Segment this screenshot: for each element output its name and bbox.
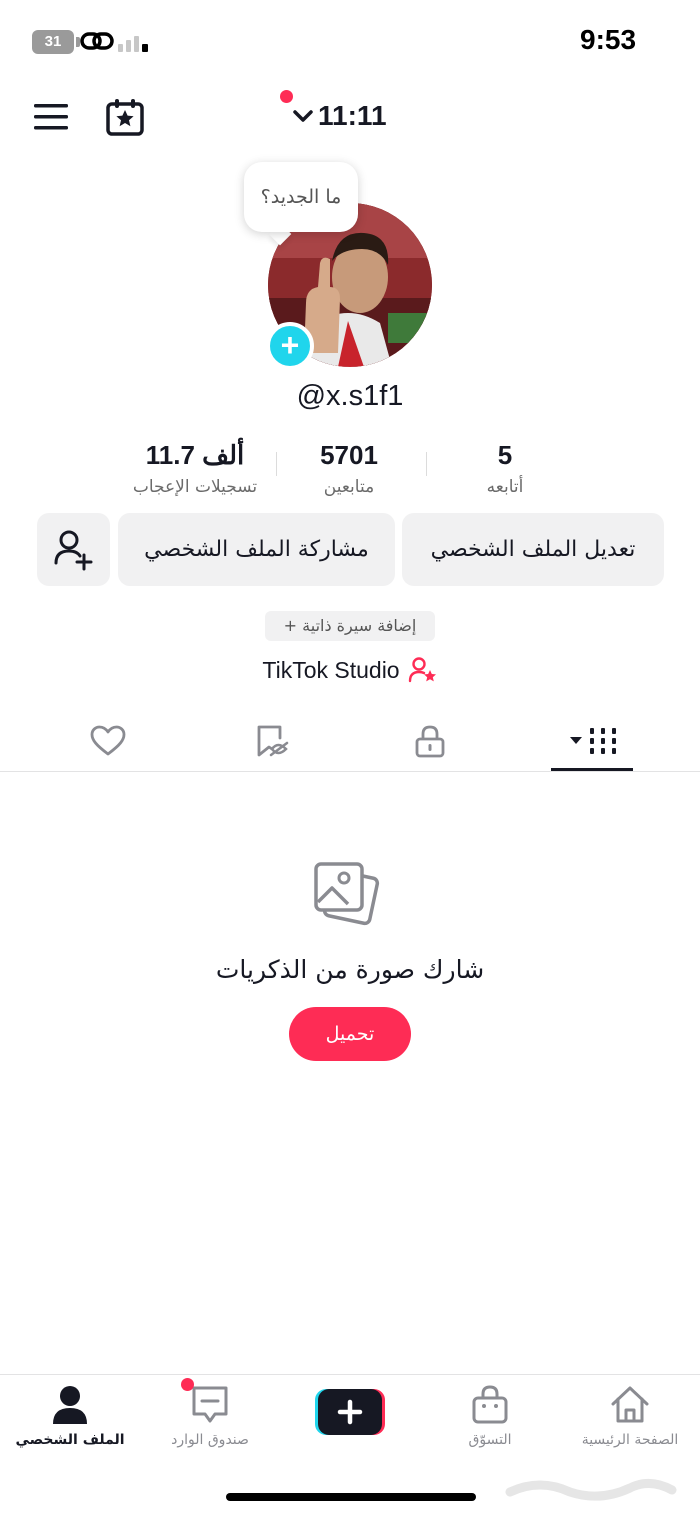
inbox-notification-dot	[181, 1378, 194, 1391]
home-icon	[611, 1386, 649, 1423]
person-icon	[53, 1386, 87, 1424]
nav-profile-label: الملف الشخصي	[15, 1432, 125, 1448]
add-bio-button[interactable]: + إضافة سيرة ذاتية	[265, 611, 435, 641]
link-icon	[80, 32, 114, 50]
following-stat[interactable]: 5 أتابعه	[415, 440, 595, 497]
photos-icon	[314, 862, 380, 926]
battery-indicator: 31	[32, 30, 80, 54]
tab-favorites[interactable]	[242, 715, 302, 767]
followers-label: متابعين	[323, 477, 375, 497]
status-time: 9:53	[580, 24, 637, 55]
nav-shop[interactable]: التسوّق	[420, 1384, 560, 1448]
nav-divider	[0, 1374, 700, 1375]
nav-inbox[interactable]: صندوق الوارد	[140, 1384, 280, 1448]
nav-home-label: الصفحة الرئيسية	[581, 1432, 679, 1448]
tab-divider	[0, 771, 700, 772]
tiktok-studio-link[interactable]: TikTok Studio	[0, 656, 700, 684]
chevron-down-icon	[293, 110, 313, 122]
followers-stat[interactable]: 5701 متابعين	[259, 440, 439, 497]
share-profile-button[interactable]: مشاركة الملف الشخصي	[118, 513, 395, 586]
empty-state-text: شارك صورة من الذكريات	[215, 955, 485, 984]
upload-button[interactable]: تحميل	[289, 1007, 411, 1061]
calendar-star-icon[interactable]	[106, 98, 144, 136]
edit-profile-button[interactable]: تعديل الملف الشخصي	[402, 513, 664, 586]
account-name: 11:11	[318, 100, 387, 131]
likes-label: تسجيلات الإعجاب	[132, 477, 258, 497]
add-avatar-button[interactable]: +	[266, 322, 314, 370]
bookmark-eye-icon	[257, 725, 289, 757]
add-person-icon	[54, 530, 93, 571]
nav-profile[interactable]: الملف الشخصي	[0, 1384, 140, 1448]
home-indicator	[226, 1493, 476, 1501]
heart-icon	[90, 725, 126, 756]
watermark-logo	[505, 1479, 677, 1501]
following-label: أتابعه	[486, 477, 524, 497]
likes-stat[interactable]: 11.7 ألف تسجيلات الإعجاب	[105, 440, 285, 497]
nav-home[interactable]: الصفحة الرئيسية	[560, 1384, 700, 1448]
following-count: 5	[497, 440, 513, 470]
menu-icon[interactable]	[34, 102, 68, 132]
nav-inbox-label: صندوق الوارد	[171, 1432, 249, 1448]
whats-new-bubble[interactable]: ما الجديد؟	[244, 162, 358, 232]
grid-icon	[570, 728, 616, 754]
tab-private[interactable]	[400, 715, 460, 767]
add-friend-button[interactable]	[37, 513, 110, 586]
studio-label: TikTok Studio	[262, 656, 400, 683]
likes-count: 11.7 ألف	[145, 440, 245, 470]
shopping-bag-icon	[472, 1385, 508, 1424]
active-tab-indicator	[551, 768, 633, 771]
tab-liked[interactable]	[78, 715, 138, 767]
tab-videos[interactable]	[560, 715, 624, 767]
nav-shop-label: التسوّق	[468, 1432, 512, 1448]
create-button[interactable]	[315, 1389, 385, 1435]
person-star-icon	[408, 657, 436, 683]
inbox-icon	[192, 1386, 228, 1423]
lock-icon	[415, 725, 445, 758]
followers-count: 5701	[320, 440, 378, 470]
signal-icon	[118, 34, 148, 52]
account-switcher[interactable]: 11:11	[292, 100, 387, 132]
username: @x.s1f1	[296, 380, 404, 412]
